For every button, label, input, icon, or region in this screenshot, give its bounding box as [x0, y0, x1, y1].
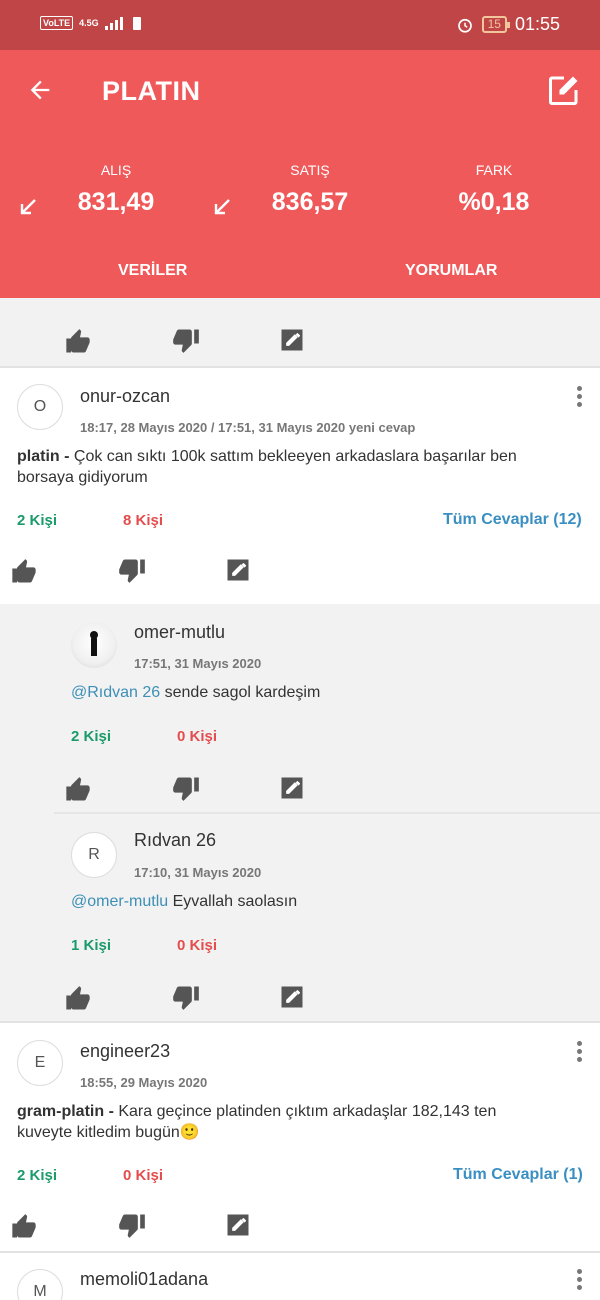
page-title: PLATIN — [102, 76, 201, 106]
all-replies-link[interactable]: Tüm Cevaplar (12) — [443, 511, 582, 529]
comment-card: E engineer23 18:55, 29 Mayıs 2020 gram-p… — [0, 1023, 600, 1251]
edit-icon[interactable] — [224, 1211, 252, 1239]
buy-label: ALIŞ — [100, 162, 132, 178]
arrow-down-left-icon — [20, 199, 36, 215]
thumb-up-icon[interactable] — [64, 328, 92, 356]
comment-body: gram-platin - Kara geçince platinden çık… — [17, 1101, 537, 1143]
comment-body: platin - Çok can sıktı 100k sattım bekle… — [17, 446, 557, 488]
diff-price: FARK %0,18 — [444, 162, 544, 217]
clock: 01:55 — [514, 14, 560, 34]
app-header: PLATIN ALIŞ 831,49 SATIŞ 836,57 FARK %0,… — [0, 50, 600, 298]
comment-topic[interactable]: platin - — [17, 448, 74, 465]
thumb-down-icon[interactable] — [172, 774, 200, 802]
comment-meta: 18:17, 28 Mayıs 2020 / 17:51, 31 Mayıs 2… — [80, 420, 416, 435]
reply-body: @Rıdvan 26 sende sagol kardeşim — [71, 682, 571, 703]
comment-topic[interactable]: gram-platin - — [17, 1103, 118, 1120]
alarm-icon — [457, 18, 472, 33]
avatar: E — [17, 1040, 63, 1086]
reply-meta: 17:51, 31 Mayıs 2020 — [134, 656, 262, 671]
thumb-down-icon[interactable] — [172, 983, 200, 1011]
tab-data[interactable]: VERİLER — [118, 262, 187, 280]
sim-icon — [132, 16, 141, 30]
sell-value: 836,57 — [271, 188, 349, 216]
sell-label: SATIŞ — [290, 162, 330, 178]
like-count: 2 Kişi — [17, 512, 58, 529]
battery-icon: 15 — [481, 16, 511, 33]
signal-icon — [104, 16, 123, 30]
comment-username[interactable]: engineer23 — [80, 1041, 170, 1062]
edit-icon[interactable] — [278, 774, 306, 802]
dislike-count: 0 Kişi — [177, 728, 218, 745]
more-vertical-icon[interactable] — [576, 1269, 584, 1293]
thumb-up-icon[interactable] — [64, 776, 92, 804]
tab-comments[interactable]: YORUMLAR — [405, 262, 497, 280]
like-count: 2 Kişi — [17, 1167, 58, 1184]
arrow-down-left-icon — [214, 199, 230, 215]
buy-value: 831,49 — [77, 188, 155, 216]
avatar — [71, 622, 117, 668]
thumb-up-icon[interactable] — [10, 558, 38, 586]
reply-body: @omer-mutlu Eyvallah saolasın — [71, 891, 571, 912]
status-left: VoLTE 4.5G — [40, 16, 141, 30]
comment-text: Çok can sıktı 100k sattım bekleeyen arka… — [17, 448, 517, 486]
network-type: 4.5G — [79, 17, 99, 28]
comment-card: M memoli01adana — [0, 1253, 600, 1300]
sell-price: SATIŞ 836,57 — [258, 162, 362, 217]
comment-card: O onur-ozcan 18:17, 28 Mayıs 2020 / 17:5… — [0, 368, 600, 604]
reply-meta: 17:10, 31 Mayıs 2020 — [134, 865, 262, 880]
previous-comment-actions — [0, 298, 600, 366]
thumb-up-icon[interactable] — [64, 985, 92, 1013]
avatar: M — [17, 1269, 63, 1300]
buy-price: ALIŞ 831,49 — [66, 162, 166, 217]
avatar: O — [17, 384, 63, 430]
replies-section: omer-mutlu 17:51, 31 Mayıs 2020 @Rıdvan … — [0, 604, 600, 1022]
mention-link[interactable]: @Rıdvan 26 — [71, 684, 160, 701]
status-right: 15 01:55 — [456, 14, 560, 35]
edit-icon[interactable] — [278, 983, 306, 1011]
thumb-up-icon[interactable] — [10, 1213, 38, 1241]
more-vertical-icon[interactable] — [576, 386, 584, 410]
thumb-down-icon[interactable] — [172, 326, 200, 354]
reply-username[interactable]: omer-mutlu — [134, 622, 225, 643]
status-bar: VoLTE 4.5G 15 01:55 — [0, 0, 600, 50]
comment-username[interactable]: memoli01adana — [80, 1269, 208, 1290]
dislike-count: 0 Kişi — [177, 937, 218, 954]
user-photo — [71, 622, 117, 668]
edit-icon[interactable] — [224, 556, 252, 584]
thumb-down-icon[interactable] — [118, 556, 146, 584]
reply-text: Eyvallah saolasın — [168, 893, 298, 910]
avatar: R — [71, 832, 117, 878]
divider — [54, 812, 600, 814]
dislike-count: 8 Kişi — [123, 512, 164, 529]
edit-icon[interactable] — [278, 326, 306, 354]
reply-text: sende sagol kardeşim — [160, 684, 321, 701]
dislike-count: 0 Kişi — [123, 1167, 164, 1184]
like-count: 1 Kişi — [71, 937, 112, 954]
comment-username[interactable]: onur-ozcan — [80, 386, 170, 407]
volte-indicator: VoLTE — [40, 16, 74, 30]
mention-link[interactable]: @omer-mutlu — [71, 893, 168, 910]
comment-meta: 18:55, 29 Mayıs 2020 — [80, 1075, 208, 1090]
reply-username[interactable]: Rıdvan 26 — [134, 830, 216, 851]
like-count: 2 Kişi — [71, 728, 112, 745]
more-vertical-icon[interactable] — [576, 1041, 584, 1065]
thumb-down-icon[interactable] — [118, 1211, 146, 1239]
app-screen: VoLTE 4.5G 15 01:55 PLATIN ALIŞ 831,49 S… — [0, 0, 600, 1300]
arrow-left-icon[interactable] — [26, 76, 54, 104]
compose-icon[interactable] — [546, 72, 582, 108]
all-replies-link[interactable]: Tüm Cevaplar (1) — [453, 1166, 583, 1184]
diff-label: FARK — [475, 162, 513, 178]
diff-value: %0,18 — [458, 188, 530, 216]
